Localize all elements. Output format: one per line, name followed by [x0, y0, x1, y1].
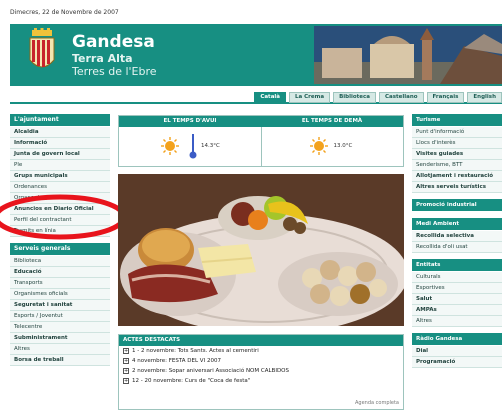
sidebar-item-telecentre[interactable]: Telecentre	[10, 322, 110, 333]
tab-castellano[interactable]: Castellano	[378, 92, 424, 103]
sidebar-item-llocs-interes[interactable]: Llocs d'interès	[412, 138, 502, 149]
annotation-ellipse	[0, 194, 127, 240]
sidebar-item-culturals[interactable]: Culturals	[412, 272, 502, 283]
tab-la-crema[interactable]: La Crema	[289, 92, 331, 103]
weather-tomorrow: 13.0°C	[260, 127, 404, 167]
site-subtitle-area: Terres de l'Ebre	[72, 65, 157, 78]
featured-events-panel: ACTES DESTACATS +1 - 2 novembre: Tots Sa…	[118, 334, 404, 410]
expand-icon: +	[123, 357, 129, 364]
full-agenda-link[interactable]: Agenda completa	[355, 400, 399, 406]
sidebar-item-ple[interactable]: Ple	[10, 160, 110, 171]
date-text: Dimecres, 22 de Novembre de 2007	[10, 9, 119, 16]
event-item[interactable]: +2 novembre: Sopar aniversari Associació…	[119, 366, 403, 376]
event-item[interactable]: +4 novembre: FESTA DEL VI 2007	[119, 356, 403, 366]
expand-icon: +	[123, 377, 129, 384]
sidebar-item-educacio[interactable]: Educació	[10, 267, 110, 278]
sidebar-item-allotjament[interactable]: Allotjament i restauració	[412, 171, 502, 182]
sidebar-heading-promocio[interactable]: Promoció industrial	[412, 199, 502, 211]
food-photo	[118, 174, 404, 326]
language-bar: Català La Crema Biblioteca Castellano Fr…	[10, 92, 502, 104]
sidebar-heading-ajuntament: L'ajuntament	[10, 114, 110, 126]
tab-biblioteca[interactable]: Biblioteca	[333, 92, 376, 103]
events-heading: ACTES DESTACATS	[119, 335, 403, 346]
sidebar-item-senderisme[interactable]: Senderisme, BTT	[412, 160, 502, 171]
sidebar-item-seguretat[interactable]: Seguretat i sanitat	[10, 300, 110, 311]
sidebar-item-punt-informacio[interactable]: Punt d'informació	[412, 127, 502, 138]
sidebar-item-informacio[interactable]: Informació	[10, 138, 110, 149]
sidebar-item-organismes[interactable]: Organismes oficials	[10, 289, 110, 300]
sidebar-item-subministrament[interactable]: Subministrament	[10, 333, 110, 344]
sidebar-heading-radio: Ràdio Gandesa	[412, 333, 502, 345]
sun-icon	[309, 137, 328, 155]
sun-icon	[161, 137, 179, 155]
sidebar-heading-turisme: Turisme	[412, 114, 502, 126]
site-header: Gandesa Terra Alta Terres de l'Ebre	[10, 24, 502, 86]
town-banner-photo	[314, 26, 502, 84]
event-item[interactable]: +12 - 20 novembre: Curs de "Coca de fest…	[119, 376, 403, 386]
weather-today-temp: 14.3°C	[201, 143, 220, 149]
sidebar-item-grups-municipals[interactable]: Grups municipals	[10, 171, 110, 182]
sidebar-item-recollida-selectiva[interactable]: Recollida selectiva	[412, 231, 502, 242]
site-subtitle-region: Terra Alta	[72, 52, 133, 65]
tab-english[interactable]: English	[467, 92, 502, 103]
sidebar-item-recollida-oli[interactable]: Recollida d'oli usat	[412, 242, 502, 253]
sidebar-heading-medi-ambient: Medi Ambient	[412, 218, 502, 230]
tab-catala[interactable]: Català	[254, 92, 286, 103]
sidebar-item-altres-entitats[interactable]: Altres	[412, 316, 502, 327]
event-item[interactable]: +1 - 2 novembre: Tots Sants. Actes al ce…	[119, 346, 403, 356]
sidebar-heading-entitats: Entitats	[412, 259, 502, 271]
sidebar-item-visites-guiades[interactable]: Visites guiades	[412, 149, 502, 160]
site-title[interactable]: Gandesa	[72, 32, 155, 52]
sidebar-item-esports[interactable]: Esports / Joventut	[10, 311, 110, 322]
sidebar-item-salut[interactable]: Salut	[412, 294, 502, 305]
expand-icon: +	[123, 347, 129, 354]
expand-icon: +	[123, 367, 129, 374]
sidebar-item-altres[interactable]: Altres	[10, 344, 110, 355]
tab-francais[interactable]: Français	[426, 92, 465, 103]
sidebar-item-dial[interactable]: Dial	[412, 346, 502, 357]
weather-tomorrow-temp: 13.0°C	[333, 143, 353, 149]
sidebar-item-alcaldia[interactable]: Alcaldia	[10, 127, 110, 138]
sidebar-item-programacio[interactable]: Programació	[412, 357, 502, 368]
sidebar-item-ampas[interactable]: AMPAs	[412, 305, 502, 316]
right-sidebar: Turisme Punt d'informació Llocs d'interè…	[412, 114, 502, 368]
sidebar-item-altres-serveis[interactable]: Altres serveis turístics	[412, 182, 502, 193]
weather-today: 14.3°C	[119, 127, 261, 167]
weather-panel: EL TEMPS D'AVUI EL TEMPS DE DEMÀ 14.3°C	[118, 115, 404, 167]
sidebar-item-transports[interactable]: Transports	[10, 278, 110, 289]
coat-of-arms-icon	[29, 28, 55, 68]
weather-tomorrow-label: EL TEMPS DE DEMÀ	[301, 118, 363, 124]
thermometer-icon	[189, 134, 197, 159]
sidebar-item-borsa-treball[interactable]: Borsa de treball	[10, 355, 110, 366]
sidebar-item-biblioteca[interactable]: Biblioteca	[10, 256, 110, 267]
sidebar-heading-serveis: Serveis generals	[10, 243, 110, 255]
weather-today-label: EL TEMPS D'AVUI	[163, 118, 217, 124]
sidebar-item-esportives[interactable]: Esportives	[412, 283, 502, 294]
sidebar-item-junta-govern[interactable]: Junta de govern local	[10, 149, 110, 160]
